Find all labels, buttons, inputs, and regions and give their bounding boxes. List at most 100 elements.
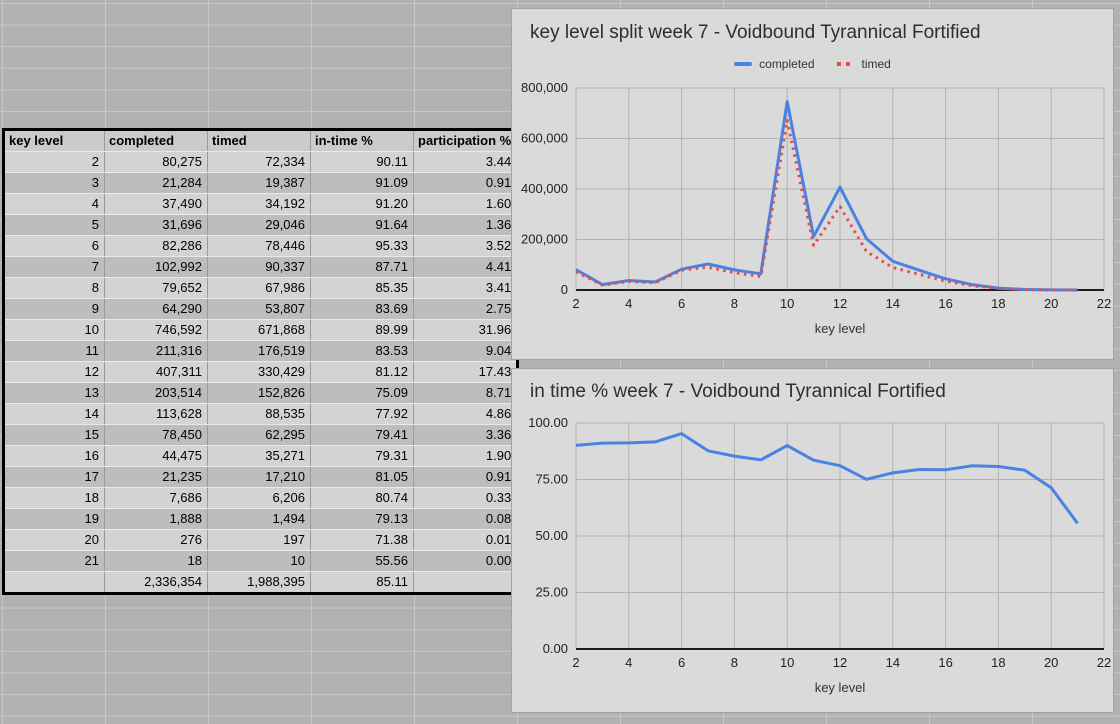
cell[interactable]: 0.91 [413,466,517,488]
cell[interactable]: 113,628 [104,403,208,425]
cell[interactable]: 102,992 [104,256,208,278]
cell[interactable]: 7,686 [104,487,208,509]
cell[interactable]: 79.41 [310,424,414,446]
cell[interactable]: 64,290 [104,298,208,320]
cell[interactable]: 81.05 [310,466,414,488]
cell[interactable]: 9 [5,298,105,320]
cell[interactable]: 79,652 [104,277,208,299]
cell[interactable]: 203,514 [104,382,208,404]
cell[interactable]: 4.86 [413,403,517,425]
cell[interactable]: 44,475 [104,445,208,467]
header-cell[interactable]: participation % [413,131,517,152]
cell[interactable]: 10 [5,319,105,341]
cell[interactable]: 3.41 [413,277,517,299]
cell[interactable]: 11 [5,340,105,362]
cell[interactable]: 13 [5,382,105,404]
cell[interactable]: 55.56 [310,550,414,572]
cell[interactable]: 2 [5,151,105,173]
cell[interactable]: 71.38 [310,529,414,551]
cell[interactable]: 671,868 [207,319,311,341]
cell[interactable]: 72,334 [207,151,311,173]
cell[interactable]: 91.09 [310,172,414,194]
cell[interactable]: 89.99 [310,319,414,341]
header-cell[interactable]: key level [5,131,105,152]
cell[interactable]: 81.12 [310,361,414,383]
cell[interactable]: 77.92 [310,403,414,425]
cell[interactable]: 78,446 [207,235,311,257]
cell[interactable]: 330,429 [207,361,311,383]
cell[interactable]: 18 [5,487,105,509]
cell[interactable]: 87.71 [310,256,414,278]
cell[interactable]: 90,337 [207,256,311,278]
cell[interactable]: 85.35 [310,277,414,299]
cell[interactable]: 6,206 [207,487,311,509]
cell[interactable]: 9.04 [413,340,517,362]
cell[interactable]: 78,450 [104,424,208,446]
cell[interactable]: 746,592 [104,319,208,341]
cell[interactable]: 79.31 [310,445,414,467]
chart-panel-in-time-pct[interactable]: in time % week 7 - Voidbound Tyrannical … [511,368,1114,713]
cell[interactable]: 95.33 [310,235,414,257]
cell[interactable] [5,571,105,592]
cell[interactable]: 21,284 [104,172,208,194]
cell[interactable]: 2,336,354 [104,571,208,592]
chart-panel-key-level-split[interactable]: key level split week 7 - Voidbound Tyran… [511,8,1114,360]
cell[interactable]: 21 [5,550,105,572]
cell[interactable]: 1,988,395 [207,571,311,592]
cell[interactable]: 14 [5,403,105,425]
header-cell[interactable]: in-time % [310,131,414,152]
cell[interactable]: 34,192 [207,193,311,215]
cell[interactable]: 75.09 [310,382,414,404]
cell[interactable]: 17.43 [413,361,517,383]
cell[interactable]: 4.41 [413,256,517,278]
cell[interactable]: 17,210 [207,466,311,488]
cell[interactable]: 35,271 [207,445,311,467]
cell[interactable]: 20 [5,529,105,551]
cell[interactable]: 276 [104,529,208,551]
cell[interactable]: 1.90 [413,445,517,467]
cell[interactable] [413,571,517,592]
cell[interactable]: 10 [207,550,311,572]
cell[interactable]: 0.91 [413,172,517,194]
cell[interactable]: 17 [5,466,105,488]
cell[interactable]: 1.36 [413,214,517,236]
cell[interactable]: 79.13 [310,508,414,530]
cell[interactable]: 6 [5,235,105,257]
cell[interactable]: 0.01 [413,529,517,551]
cell[interactable]: 29,046 [207,214,311,236]
cell[interactable]: 85.11 [310,571,414,592]
cell[interactable]: 197 [207,529,311,551]
cell[interactable]: 2.75 [413,298,517,320]
cell[interactable]: 67,986 [207,277,311,299]
cell[interactable]: 90.11 [310,151,414,173]
cell[interactable]: 152,826 [207,382,311,404]
cell[interactable]: 53,807 [207,298,311,320]
cell[interactable]: 8 [5,277,105,299]
cell[interactable]: 12 [5,361,105,383]
cell[interactable]: 3 [5,172,105,194]
cell[interactable]: 82,286 [104,235,208,257]
cell[interactable]: 83.53 [310,340,414,362]
cell[interactable]: 4 [5,193,105,215]
cell[interactable]: 211,316 [104,340,208,362]
cell[interactable]: 0.08 [413,508,517,530]
cell[interactable]: 1,888 [104,508,208,530]
cell[interactable]: 1,494 [207,508,311,530]
cell[interactable]: 88,535 [207,403,311,425]
cell[interactable]: 5 [5,214,105,236]
cell[interactable]: 80.74 [310,487,414,509]
cell[interactable]: 83.69 [310,298,414,320]
cell[interactable]: 91.20 [310,193,414,215]
cell[interactable]: 1.60 [413,193,517,215]
cell[interactable]: 7 [5,256,105,278]
cell[interactable]: 62,295 [207,424,311,446]
header-cell[interactable]: timed [207,131,311,152]
cell[interactable]: 37,490 [104,193,208,215]
cell[interactable]: 91.64 [310,214,414,236]
cell[interactable]: 407,311 [104,361,208,383]
cell[interactable]: 80,275 [104,151,208,173]
cell[interactable]: 3.36 [413,424,517,446]
header-cell[interactable]: completed [104,131,208,152]
cell[interactable]: 31,696 [104,214,208,236]
cell[interactable]: 19,387 [207,172,311,194]
